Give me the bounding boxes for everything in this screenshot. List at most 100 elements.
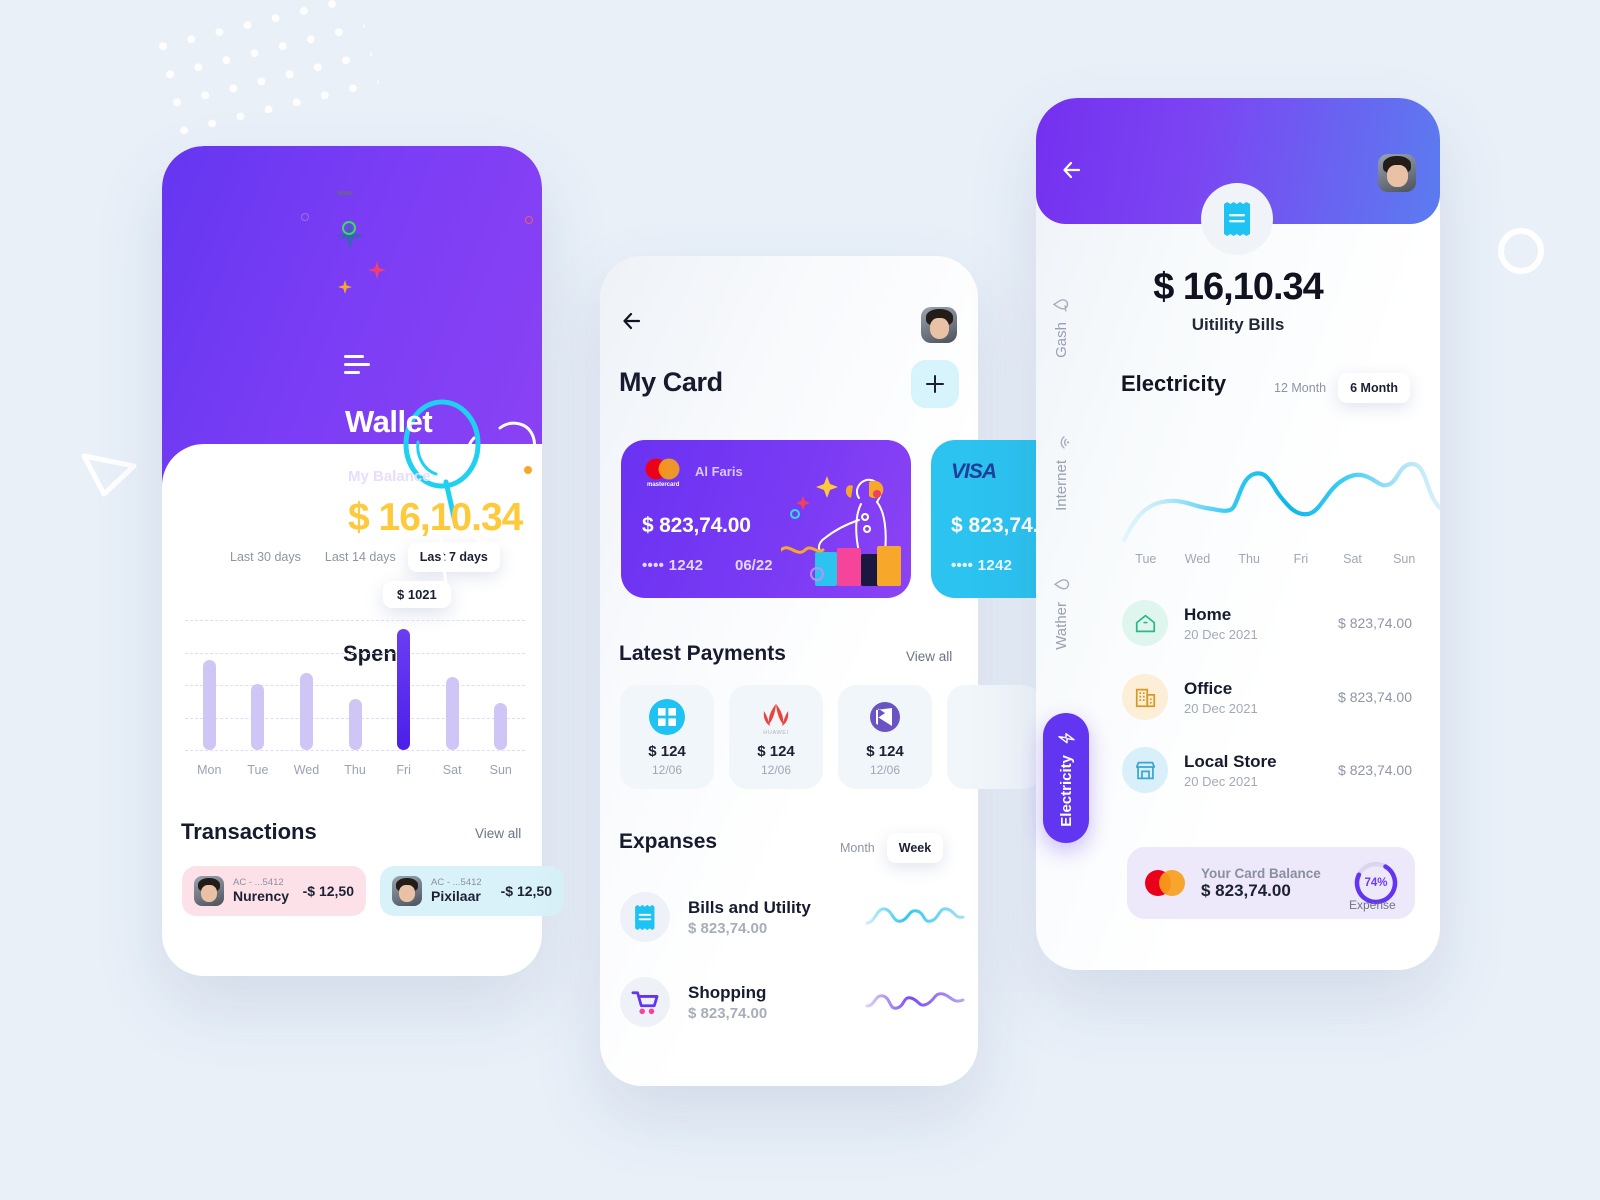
chart-x-label: Tue — [1135, 552, 1157, 566]
ring-purple-decoration — [301, 213, 309, 221]
tab-last-30-days[interactable]: Last 30 days — [218, 542, 313, 572]
bill-date: 20 Dec 2021 — [1184, 773, 1258, 789]
transaction-amount: -$ 12,50 — [302, 883, 354, 899]
chart-bar-column[interactable] — [185, 620, 234, 750]
chart-x-label: Sun — [1393, 552, 1416, 566]
latest-payments-title: Latest Payments — [619, 642, 786, 665]
chart-bar-column[interactable] — [476, 620, 525, 750]
payment-amount: $ 124 — [866, 742, 904, 760]
back-button[interactable] — [1060, 157, 1086, 183]
chart-bars — [185, 620, 525, 750]
payment-tile[interactable] — [947, 685, 1041, 789]
transaction-row[interactable]: AC - ...5412 Nurency -$ 12,50 — [182, 866, 366, 916]
svg-text:HUAWEI: HUAWEI — [763, 730, 788, 736]
electricity-period-tabs: 12 Month 6 Month — [1262, 373, 1411, 403]
menu-button[interactable] — [344, 355, 370, 375]
transaction-row[interactable]: AC - ...5412 Pixilaar -$ 12,50 — [380, 866, 564, 916]
tab-month[interactable]: Month — [828, 833, 887, 863]
bill-name: Home — [1184, 605, 1232, 625]
expanse-sparkline — [865, 907, 965, 925]
expanse-amount: $ 823,74.00 — [688, 1004, 768, 1022]
chart-bar[interactable] — [299, 673, 313, 750]
cart-icon — [620, 977, 670, 1027]
expanse-sparkline — [865, 992, 965, 1010]
electricity-chart-x-labels: Tue Wed Thu Fri Sat Sun — [1120, 552, 1430, 566]
ring-red-decoration — [525, 216, 533, 224]
avatar[interactable] — [921, 307, 957, 343]
wifi-icon — [1060, 436, 1070, 449]
home-icon — [1122, 600, 1168, 646]
transaction-account: AC - ...5412 — [233, 876, 284, 888]
chart-x-label: Thu — [344, 763, 366, 777]
sidebar-item-label: Wather — [1053, 602, 1070, 650]
sidebar-item-gash[interactable]: Gash — [1053, 296, 1070, 358]
card-amount: $ 823,74.00 — [642, 514, 751, 537]
chart-bar-column[interactable] — [234, 620, 283, 750]
latest-payments-view-all[interactable]: View all — [906, 649, 952, 664]
chart-bar-column[interactable] — [331, 620, 380, 750]
sparkle-small-icon — [368, 261, 386, 279]
payment-date: 12/06 — [651, 762, 683, 777]
gas-icon — [1053, 299, 1069, 312]
bill-row[interactable]: Office 20 Dec 2021 $ 823,74.00 — [1122, 674, 1412, 720]
expanses-title: Expanses — [619, 830, 718, 853]
svg-text:mastercard: mastercard — [647, 482, 680, 488]
sidebar-item-wather[interactable]: Wather — [1053, 576, 1070, 650]
tab-week[interactable]: Week — [886, 833, 944, 863]
dash-decoration — [337, 191, 353, 195]
avatar[interactable] — [1378, 154, 1416, 192]
chart-x-label: Wed — [293, 763, 320, 777]
bill-name: Office — [1184, 679, 1233, 699]
transaction-account: AC - ...5412 — [431, 876, 482, 888]
chart-bar-column[interactable] — [428, 620, 477, 750]
sidebar-item-label: Internet — [1053, 460, 1070, 511]
chart-bar[interactable] — [445, 676, 459, 750]
chart-bar[interactable] — [348, 699, 362, 750]
bill-row[interactable]: Local Store 20 Dec 2021 $ 823,74.00 — [1122, 747, 1412, 793]
card-balance-label: Your Card Balance — [1201, 865, 1321, 881]
expanse-row[interactable]: Bills and Utility $ 823,74.00 — [620, 892, 811, 942]
windows-icon — [649, 698, 685, 735]
chart-bar[interactable] — [494, 702, 508, 750]
tab-6-month[interactable]: 6 Month — [1338, 373, 1411, 403]
transactions-title: Transactions — [181, 819, 317, 844]
card-number: •••• 1242 — [642, 557, 704, 574]
tab-12-month[interactable]: 12 Month — [1262, 373, 1338, 403]
section-title-electricity: Electricity — [1121, 371, 1227, 396]
utility-total-amount: $ 16,10.34 — [1153, 266, 1324, 308]
ring-green-decoration — [342, 221, 356, 235]
chart-bar-column[interactable] — [282, 620, 331, 750]
credit-card-mastercard[interactable]: mastercard Al Faris $ 823,74.00 •••• 124… — [621, 440, 911, 598]
chart-x-label: Sat — [1343, 552, 1362, 566]
expanse-amount: $ 823,74.00 — [688, 919, 768, 937]
page-title: My Card — [619, 367, 723, 397]
spent-chart-x-labels: Mon Tue Wed Thu Fri Sat Sun — [185, 763, 525, 777]
payment-tile[interactable]: $ 124 12/06 — [620, 685, 714, 789]
chart-bar[interactable] — [397, 629, 411, 750]
chart-x-label: Sun — [489, 763, 512, 777]
chart-bar[interactable] — [251, 683, 265, 750]
transactions-view-all[interactable]: View all — [475, 826, 521, 841]
bolt-icon — [1057, 732, 1075, 744]
sidebar-item-electricity[interactable]: Electricity — [1043, 713, 1089, 843]
card-expiry: 06/22 — [735, 557, 773, 574]
payment-date: 12/06 — [760, 762, 792, 777]
expanse-row[interactable]: Shopping $ 823,74.00 — [620, 977, 767, 1027]
back-button[interactable] — [620, 308, 646, 334]
payment-amount: $ 124 — [648, 742, 686, 760]
bill-row[interactable]: Home 20 Dec 2021 $ 823,74.00 — [1122, 600, 1412, 646]
transaction-amount: -$ 12,50 — [500, 883, 552, 899]
utility-subtitle: Uitility Bills — [1191, 315, 1285, 334]
payment-tile[interactable]: HUAWEI $ 124 12/06 — [729, 685, 823, 789]
chart-bar[interactable] — [202, 660, 216, 750]
add-card-button[interactable] — [911, 360, 959, 408]
chart-x-label: Wed — [1184, 552, 1211, 566]
chart-x-label: Fri — [1293, 552, 1309, 566]
card-balance-value: $ 823,74.00 — [1201, 880, 1291, 900]
bill-amount: $ 823,74.00 — [1338, 689, 1412, 705]
chart-x-label: Sat — [442, 763, 462, 777]
payment-tile[interactable]: $ 124 12/06 — [838, 685, 932, 789]
circle-decoration — [1498, 228, 1544, 274]
chart-bar-column[interactable] — [379, 620, 428, 750]
sidebar-item-internet[interactable]: Internet — [1053, 434, 1070, 511]
